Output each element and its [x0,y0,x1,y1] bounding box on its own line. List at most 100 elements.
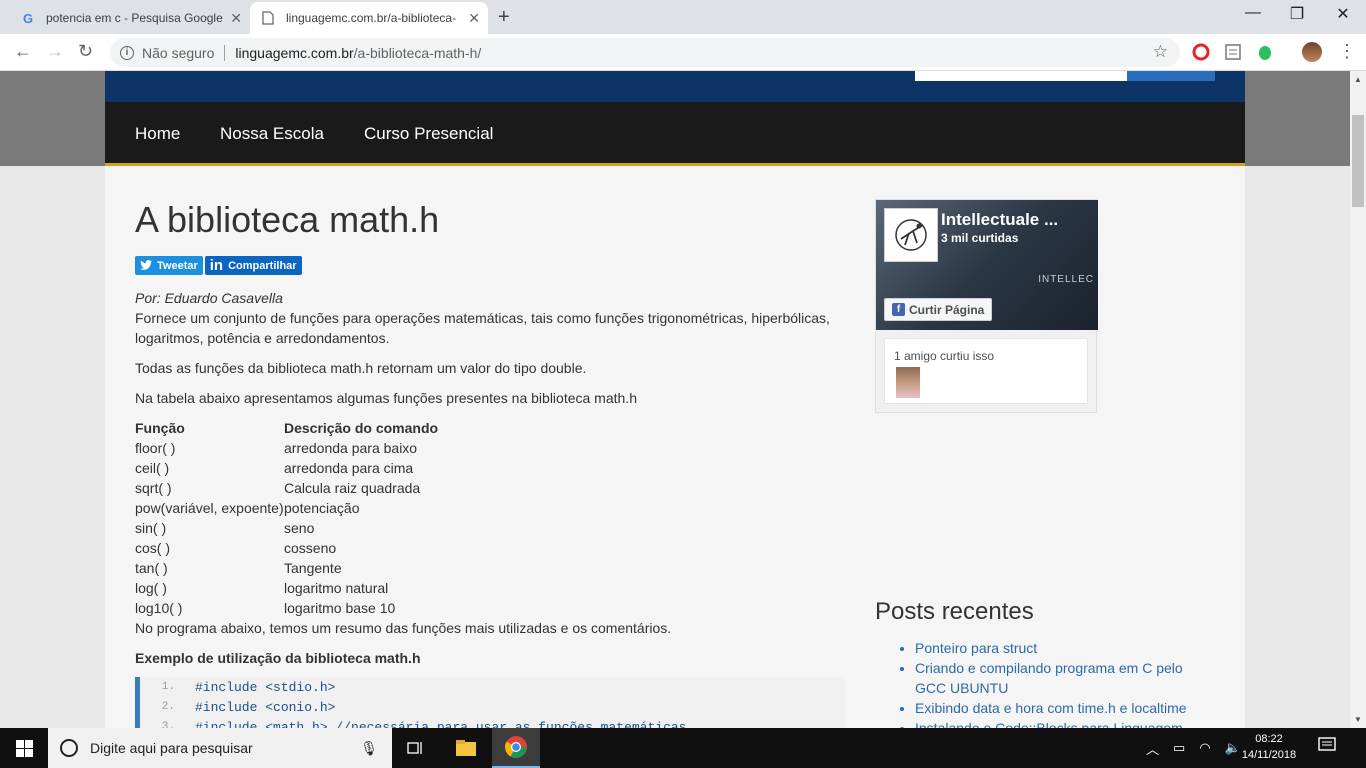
friend-avatar[interactable] [896,367,920,398]
maximize-button[interactable]: ❐ [1274,4,1320,24]
table-cell: pow(variável, expoente) [135,500,284,516]
notification-center-icon[interactable] [1318,736,1336,759]
article-title: A biblioteca math.h [135,199,440,240]
recent-post-link[interactable]: Instalando o Code::Blocks para Linguagem… [915,718,1195,728]
recent-post-link[interactable]: Exibindo data e hora com time.h e localt… [915,698,1195,718]
article-intro: Fornece um conjunto de funções para oper… [135,310,830,346]
table-cell: log( ) [135,580,167,596]
table-cell: cos( ) [135,540,170,556]
url-host: linguagemc.com.br [235,44,354,61]
cortana-icon [60,739,78,757]
linkedin-share-button[interactable]: in Compartilhar [204,256,302,275]
article-author: Por: Eduardo Casavella [135,290,283,306]
example-heading: Exemplo de utilização da biblioteca math… [135,650,421,666]
table-cell: logaritmo natural [284,580,389,596]
share-buttons: Tweetar in Compartilhar [135,256,302,275]
close-tab-icon[interactable]: ✕ [230,10,242,27]
show-hidden-icons-icon[interactable]: ︿ [1146,739,1159,758]
tab-google-search[interactable]: G potencia em c - Pesquisa Google ✕ [10,2,250,34]
windows-taskbar: Digite aqui para pesquisar 🎙 ︿ ▭ ◠ 🔈 08:… [0,728,1366,768]
reader-extension-icon[interactable] [1224,43,1242,61]
site-search-button[interactable] [1127,71,1215,81]
code-line: 1. #include <stdio.h> [140,677,336,697]
functions-table: Função Descrição do comando floor( ) arre… [135,418,438,618]
tweet-label: Tweetar [157,259,198,272]
profile-avatar[interactable] [1302,42,1322,62]
info-icon[interactable]: i [120,45,134,60]
main-content: A biblioteca math.h Tweetar in Compartil… [105,166,1245,728]
tab-label: linguagemc.com.br/a-biblioteca- [286,11,457,25]
cover-brand-text: INTELLEC [1038,274,1094,285]
page-scrollbar[interactable]: ▲ ▼ [1350,71,1366,728]
taskbar-clock[interactable]: 08:22 14/11/2018 [1236,731,1302,763]
line-number: 1. [161,681,175,693]
table-cell: sin( ) [135,520,167,536]
article-paragraph: Na tabela abaixo apresentamos algumas fu… [135,390,637,406]
facebook-page-name[interactable]: Intellectuale ... [941,210,1058,230]
task-view-icon[interactable] [392,728,440,768]
like-button-label: Curtir Página [909,302,985,317]
scroll-down-arrow-icon[interactable]: ▼ [1354,715,1362,724]
recent-post-link[interactable]: Ponteiro para struct [915,638,1195,658]
table-row: log( ) logaritmo natural [135,578,438,598]
tweet-button[interactable]: Tweetar [135,256,203,275]
table-header: Função [135,420,185,436]
start-button[interactable] [0,728,48,768]
opera-extension-icon[interactable] [1192,43,1210,61]
close-tab-icon[interactable]: ✕ [468,10,480,27]
table-cell: arredonda para baixo [284,440,418,456]
table-row: cos( ) cosseno [135,538,438,558]
tab-linguagemc[interactable]: linguagemc.com.br/a-biblioteca- ✕ [250,2,488,34]
table-row: ceil( ) arredonda para cima [135,458,438,478]
evernote-extension-icon[interactable] [1256,43,1274,61]
facebook-icon: f [892,303,905,316]
tab-strip: G potencia em c - Pesquisa Google ✕ ling… [0,0,1366,34]
facebook-page-widget: Intellectuale ... 3 mil curtidas INTELLE… [875,199,1098,413]
nav-curso-presencial[interactable]: Curso Presencial [364,124,493,144]
code-line: 3. #include <math.h> //necessária para u… [140,717,687,729]
facebook-like-button[interactable]: f Curtir Página [884,298,993,321]
nav-nossa-escola[interactable]: Nossa Escola [220,124,324,144]
linkedin-icon: in [209,257,224,274]
facebook-cover-image[interactable]: Intellectuale ... 3 mil curtidas INTELLE… [876,200,1098,330]
bookmark-star-icon[interactable]: ☆ [1153,42,1168,62]
code-text: #include <math.h> //necessária para usar… [195,719,687,729]
line-number: 3. [161,721,175,728]
menu-icon[interactable]: ⋮ [1338,41,1356,62]
close-window-button[interactable]: ✕ [1320,4,1366,24]
minimize-button[interactable]: — [1230,4,1276,22]
table-cell: ceil( ) [135,460,170,476]
wifi-icon[interactable]: ◠ [1199,740,1210,756]
taskbar-search-placeholder: Digite aqui para pesquisar [90,740,253,756]
recent-post-link[interactable]: Criando e compilando programa em C pelo … [915,658,1195,698]
code-text: #include <conio.h> [195,699,336,715]
scrollbar-thumb[interactable] [1352,115,1364,207]
tab-label: potencia em c - Pesquisa Google [46,11,223,25]
forward-icon[interactable]: → [46,41,64,62]
site-search-input[interactable] [915,71,1127,81]
nav-home[interactable]: Home [135,124,180,144]
address-bar[interactable]: i Não seguro linguagemc.com.br/a-bibliot… [110,38,1180,67]
new-tab-button[interactable]: + [498,6,510,29]
microphone-icon[interactable]: 🎙 [360,740,378,757]
table-cell: potenciação [284,500,360,516]
scroll-up-arrow-icon[interactable]: ▲ [1354,75,1362,84]
chrome-taskbar-icon[interactable] [492,728,540,768]
battery-icon[interactable]: ▭ [1173,740,1185,756]
back-icon[interactable]: ← [14,41,32,62]
line-number: 2. [161,701,175,713]
google-icon: G [22,10,34,26]
reload-icon[interactable]: ↻ [78,41,93,62]
taskbar-search[interactable]: Digite aqui para pesquisar 🎙 [48,728,392,768]
security-label[interactable]: Não seguro [142,45,214,61]
site-navbar: Home Nossa Escola Curso Presencial [105,102,1245,166]
page-logo[interactable] [884,208,938,262]
table-cell: floor( ) [135,440,176,456]
table-cell: arredonda para cima [284,460,414,476]
page-icon [260,10,276,26]
table-row: floor( ) arredonda para baixo [135,438,438,458]
recent-posts-list: Ponteiro para struct Criando e compiland… [895,638,1195,728]
code-text: #include <stdio.h> [195,679,336,695]
file-explorer-icon[interactable] [442,728,490,768]
article-paragraph: No programa abaixo, temos um resumo das … [135,620,672,636]
